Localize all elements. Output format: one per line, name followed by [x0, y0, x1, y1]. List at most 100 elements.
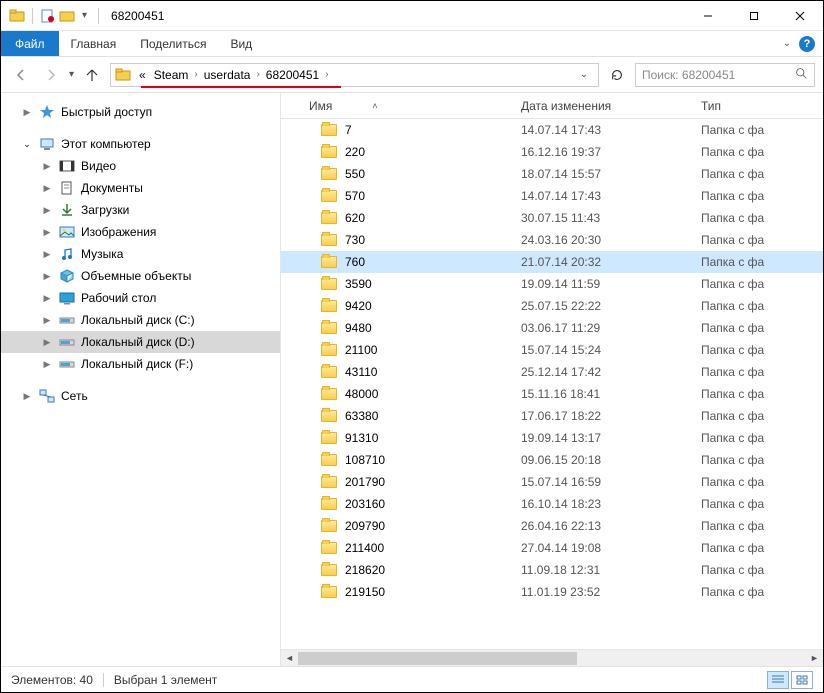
chevron-right-icon[interactable]: ›: [192, 69, 199, 80]
tree-disk-d[interactable]: ▶Локальный диск (D:): [1, 331, 280, 353]
separator: [103, 673, 104, 687]
table-row[interactable]: 4800015.11.16 18:41Папка с фа: [281, 383, 823, 405]
chevron-right-icon[interactable]: ▶: [41, 161, 53, 172]
table-row[interactable]: 10871009.06.15 20:18Папка с фа: [281, 449, 823, 471]
chevron-right-icon[interactable]: ▶: [21, 107, 33, 118]
view-large-icons-button[interactable]: [791, 671, 813, 689]
column-name[interactable]: Имя: [309, 99, 332, 113]
tree-network[interactable]: ▶ Сеть: [1, 385, 280, 407]
qat-dropdown-icon[interactable]: ▾: [78, 10, 91, 21]
scroll-right-icon[interactable]: ►: [806, 653, 823, 663]
chevron-right-icon[interactable]: ▶: [41, 315, 53, 326]
folder-icon: [321, 124, 337, 136]
horizontal-scrollbar[interactable]: ◄ ►: [281, 649, 823, 666]
nav-forward-button[interactable]: [39, 63, 63, 87]
table-row[interactable]: 20979026.04.16 22:13Папка с фа: [281, 515, 823, 537]
chevron-right-icon[interactable]: ▶: [41, 271, 53, 282]
tab-file[interactable]: Файл: [1, 31, 59, 56]
chevron-right-icon[interactable]: ▶: [41, 359, 53, 370]
tree-label: Этот компьютер: [61, 137, 151, 151]
tree-disk-c[interactable]: ▶ Локальный диск (C:): [1, 309, 280, 331]
chevron-right-icon[interactable]: ▶: [41, 183, 53, 194]
address-bar[interactable]: « Steam › userdata › 68200451 › ⌄: [110, 63, 599, 87]
scroll-left-icon[interactable]: ◄: [281, 653, 298, 663]
close-button[interactable]: [777, 1, 823, 30]
table-row[interactable]: 6338017.06.17 18:22Папка с фа: [281, 405, 823, 427]
qat-properties-icon[interactable]: [40, 8, 56, 24]
chevron-down-icon[interactable]: ⌄: [21, 139, 33, 150]
table-row[interactable]: 942025.07.15 22:22Папка с фа: [281, 295, 823, 317]
table-row[interactable]: 21140027.04.14 19:08Папка с фа: [281, 537, 823, 559]
minimize-button[interactable]: [685, 1, 731, 30]
table-row[interactable]: 9131019.09.14 13:17Папка с фа: [281, 427, 823, 449]
tab-home[interactable]: Главная: [59, 31, 129, 56]
tree-video[interactable]: ▶Видео: [1, 155, 280, 177]
refresh-button[interactable]: [605, 63, 629, 87]
ribbon-expand-icon[interactable]: ⌄: [783, 38, 791, 49]
table-row[interactable]: 21915011.01.19 23:52Папка с фа: [281, 581, 823, 603]
column-type[interactable]: Тип: [701, 99, 721, 113]
tab-view[interactable]: Вид: [218, 31, 264, 56]
search-input[interactable]: Поиск: 68200451: [635, 63, 815, 87]
chevron-right-icon[interactable]: ▶: [21, 391, 33, 402]
tree-pictures[interactable]: ▶Изображения: [1, 221, 280, 243]
tree-label: Музыка: [81, 247, 123, 261]
chevron-right-icon[interactable]: ›: [254, 69, 261, 80]
crumb-steam[interactable]: Steam: [150, 68, 193, 82]
table-row[interactable]: 2110015.07.14 15:24Папка с фа: [281, 339, 823, 361]
tree-this-pc[interactable]: ⌄ Этот компьютер: [1, 133, 280, 155]
qat-folder-icon[interactable]: [59, 8, 75, 24]
file-list[interactable]: 714.07.14 17:43Папка с фа22016.12.16 19:…: [281, 119, 823, 649]
help-icon[interactable]: ?: [799, 36, 815, 52]
file-date: 15.07.14 16:59: [521, 475, 701, 489]
maximize-button[interactable]: [731, 1, 777, 30]
view-details-button[interactable]: [767, 671, 789, 689]
chevron-right-icon[interactable]: ▶: [41, 337, 53, 348]
navigation-tree[interactable]: ▶ Быстрый доступ ⌄ Этот компьютер ▶Видео…: [1, 93, 281, 666]
table-row[interactable]: 20179015.07.14 16:59Папка с фа: [281, 471, 823, 493]
column-date[interactable]: Дата изменения: [521, 99, 611, 113]
table-row[interactable]: 20316016.10.14 18:23Папка с фа: [281, 493, 823, 515]
tree-desktop[interactable]: ▶Рабочий стол: [1, 287, 280, 309]
tree-documents[interactable]: ▶Документы: [1, 177, 280, 199]
chevron-right-icon[interactable]: ▶: [41, 249, 53, 260]
file-date: 19.09.14 11:59: [521, 277, 701, 291]
nav-back-button[interactable]: [9, 63, 33, 87]
table-row[interactable]: 73024.03.16 20:30Папка с фа: [281, 229, 823, 251]
crumb-overflow[interactable]: «: [135, 68, 150, 82]
column-headers[interactable]: Имя ˄ Дата изменения Тип: [281, 93, 823, 119]
address-dropdown-icon[interactable]: ⌄: [574, 69, 594, 80]
crumb-userdata[interactable]: userdata: [200, 68, 255, 82]
chevron-right-icon[interactable]: ›: [323, 69, 330, 80]
sort-asc-icon[interactable]: ˄: [372, 101, 377, 111]
table-row[interactable]: 22016.12.16 19:37Папка с фа: [281, 141, 823, 163]
table-row[interactable]: 62030.07.15 11:43Папка с фа: [281, 207, 823, 229]
table-row[interactable]: 76021.07.14 20:32Папка с фа: [281, 251, 823, 273]
scroll-thumb[interactable]: [298, 652, 577, 665]
file-name: 91310: [345, 431, 378, 445]
tree-3d-objects[interactable]: ▶Объемные объекты: [1, 265, 280, 287]
scroll-track[interactable]: [298, 650, 806, 666]
table-row[interactable]: 4311025.12.14 17:42Папка с фа: [281, 361, 823, 383]
table-row[interactable]: 359019.09.14 11:59Папка с фа: [281, 273, 823, 295]
chevron-right-icon[interactable]: ▶: [41, 205, 53, 216]
chevron-right-icon[interactable]: ▶: [41, 293, 53, 304]
downloads-icon: [59, 202, 75, 218]
tree-disk-f[interactable]: ▶Локальный диск (F:): [1, 353, 280, 375]
folder-icon: [321, 146, 337, 158]
tree-music[interactable]: ▶ Музыка: [1, 243, 280, 265]
file-date: 24.03.16 20:30: [521, 233, 701, 247]
nav-history-dropdown[interactable]: ▾: [69, 69, 74, 80]
tree-label: Локальный диск (C:): [81, 313, 195, 327]
tab-share[interactable]: Поделиться: [128, 31, 218, 56]
tree-downloads[interactable]: ▶Загрузки: [1, 199, 280, 221]
tree-quick-access[interactable]: ▶ Быстрый доступ: [1, 101, 280, 123]
table-row[interactable]: 948003.06.17 11:29Папка с фа: [281, 317, 823, 339]
table-row[interactable]: 57014.07.14 17:43Папка с фа: [281, 185, 823, 207]
nav-up-button[interactable]: [80, 63, 104, 87]
table-row[interactable]: 714.07.14 17:43Папка с фа: [281, 119, 823, 141]
crumb-id[interactable]: 68200451: [262, 68, 323, 82]
table-row[interactable]: 55018.07.14 15:57Папка с фа: [281, 163, 823, 185]
table-row[interactable]: 21862011.09.18 12:31Папка с фа: [281, 559, 823, 581]
chevron-right-icon[interactable]: ▶: [41, 227, 53, 238]
